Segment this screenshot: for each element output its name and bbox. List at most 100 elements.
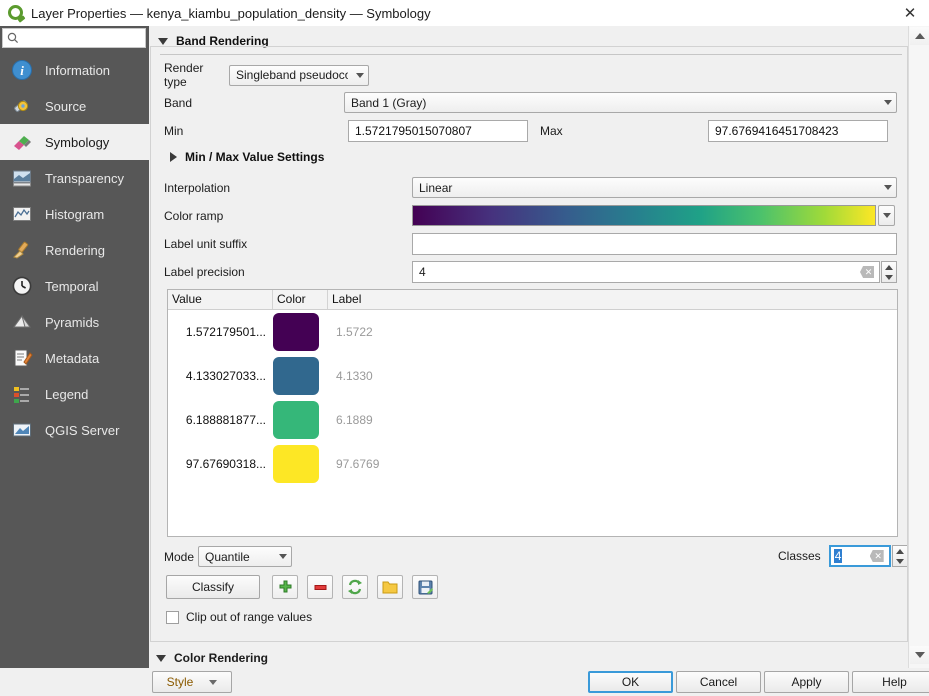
mode-label: Mode [164,549,195,564]
color-ramp-preview[interactable] [412,205,876,226]
style-button[interactable]: Style [152,671,232,693]
sidebar-item-symbology[interactable]: Symbology [0,124,149,160]
search-input[interactable] [23,31,135,45]
classes-input[interactable]: 4 ✕ [828,545,891,567]
row-label[interactable]: 4.1330 [328,369,897,383]
sidebar-item-label: QGIS Server [45,422,120,438]
help-button[interactable]: Help [852,671,929,693]
row-color-cell[interactable] [273,313,328,351]
row-value[interactable]: 1.572179501... [168,325,273,339]
row-color-cell[interactable] [273,445,328,483]
row-value[interactable]: 97.67690318... [168,457,273,471]
ok-button[interactable]: OK [588,671,673,693]
row-color-cell[interactable] [273,401,328,439]
plus-icon [279,580,291,592]
color-swatch[interactable] [273,357,319,395]
sidebar-item-pyramids[interactable]: Pyramids [0,304,149,340]
classes-stepper[interactable] [891,545,908,567]
table-row[interactable]: 6.188881877... 6.1889 [168,398,897,442]
table-row[interactable]: 1.572179501... 1.5722 [168,310,897,354]
sidebar-item-transparency[interactable]: Transparency [0,160,149,196]
chevron-right-icon [170,152,177,162]
band-row: Band Band 1 (Gray) [164,92,904,113]
color-swatch[interactable] [273,313,319,351]
sidebar-item-label: Source [45,98,87,114]
load-color-map-button[interactable] [377,575,403,599]
clip-checkbox[interactable] [166,610,179,624]
column-header-label: Label [332,292,362,306]
color-map-table[interactable]: Value Color Label 1.572179501... 1.5722 … [167,289,898,537]
classify-button[interactable]: Classify [166,575,260,599]
interpolation-select[interactable]: Linear [412,177,897,198]
mode-row: Mode Quantile [164,546,292,567]
min-max-value-settings-header[interactable]: Min / Max Value Settings [164,146,324,168]
max-input[interactable]: 97.6769416451708423 [708,120,888,142]
sidebar-item-label: Transparency [45,170,124,186]
dialog-footer: Style OK Cancel Apply Help [0,668,929,696]
qgis-logo-icon [7,4,26,23]
sidebar-item-metadata[interactable]: Metadata [0,340,149,376]
band-select[interactable]: Band 1 (Gray) [344,92,897,113]
color-ramp-dropdown-button[interactable] [878,205,895,226]
label-precision-stepper[interactable] [881,261,897,283]
add-entry-button[interactable] [272,575,298,599]
min-input[interactable]: 1.5721795015070807 [348,120,528,142]
render-type-select[interactable]: Singleband pseudocolor [229,64,369,86]
label-unit-suffix-input[interactable] [412,233,897,255]
min-max-row: Min 1.5721795015070807 Max 97.6769416451… [164,120,904,142]
sidebar-item-histogram[interactable]: Histogram [0,196,149,232]
color-swatch[interactable] [273,401,319,439]
row-label[interactable]: 6.1889 [328,413,897,427]
row-color-cell[interactable] [273,357,328,395]
mode-select[interactable]: Quantile [198,546,292,567]
table-row[interactable]: 97.67690318... 97.6769 [168,442,897,486]
clear-icon[interactable]: ✕ [860,266,874,278]
clip-out-of-range-row[interactable]: Clip out of range values [166,610,312,624]
interpolation-row: Interpolation Linear [164,177,904,198]
sidebar-item-source[interactable]: Source [0,88,149,124]
sidebar-item-rendering[interactable]: Rendering [0,232,149,268]
band-label: Band [164,95,193,110]
color-swatch[interactable] [273,445,319,483]
row-value[interactable]: 4.133027033... [168,369,273,383]
layer-properties-dialog: Layer Properties — kenya_kiambu_populati… [0,0,929,696]
row-label[interactable]: 1.5722 [328,325,897,339]
sidebar-item-qgis-server[interactable]: QGIS Server [0,412,149,448]
table-row[interactable]: 4.133027033... 4.1330 [168,354,897,398]
close-icon[interactable]: ✕ [899,3,921,23]
color-rendering-section-header[interactable]: Color Rendering [150,648,908,668]
sidebar-item-label: Metadata [45,350,100,366]
sidebar-item-information[interactable]: i Information [0,52,149,88]
title-bar: Layer Properties — kenya_kiambu_populati… [0,0,929,26]
transparency-icon [10,166,34,190]
min-label: Min [164,124,184,138]
minus-icon [314,584,326,590]
search-box[interactable] [2,28,146,48]
scroll-up-button[interactable] [910,27,929,45]
apply-button[interactable]: Apply [764,671,849,693]
symbology-panel: Band Rendering Render type Singleband ps… [150,27,908,641]
label-unit-suffix-row: Label unit suffix [164,233,904,255]
row-label[interactable]: 97.6769 [328,457,897,471]
vertical-scrollbar[interactable] [908,26,929,668]
sidebar-item-legend[interactable]: Legend [0,376,149,412]
information-icon: i [10,58,34,82]
band-rendering-section-header[interactable]: Band Rendering [152,30,892,52]
column-header-color: Color [273,290,328,309]
sidebar-item-temporal[interactable]: Temporal [0,268,149,304]
clear-icon[interactable]: ✕ [869,550,884,562]
label-precision-row: Label precision 4 ✕ [164,261,904,283]
color-ramp-label: Color ramp [164,208,224,223]
interpolation-label: Interpolation [164,180,231,195]
cancel-button[interactable]: Cancel [676,671,761,693]
label-precision-input[interactable]: 4 ✕ [412,261,880,283]
remove-entry-button[interactable] [307,575,333,599]
sort-entries-button[interactable] [342,575,368,599]
refresh-icon [348,579,362,595]
save-color-map-button[interactable] [412,575,438,599]
row-value[interactable]: 6.188881877... [168,413,273,427]
sidebar-item-label: Temporal [45,278,99,294]
color-ramp-row: Color ramp [164,205,904,226]
scroll-down-button[interactable] [910,646,929,664]
pyramids-icon [10,310,34,334]
